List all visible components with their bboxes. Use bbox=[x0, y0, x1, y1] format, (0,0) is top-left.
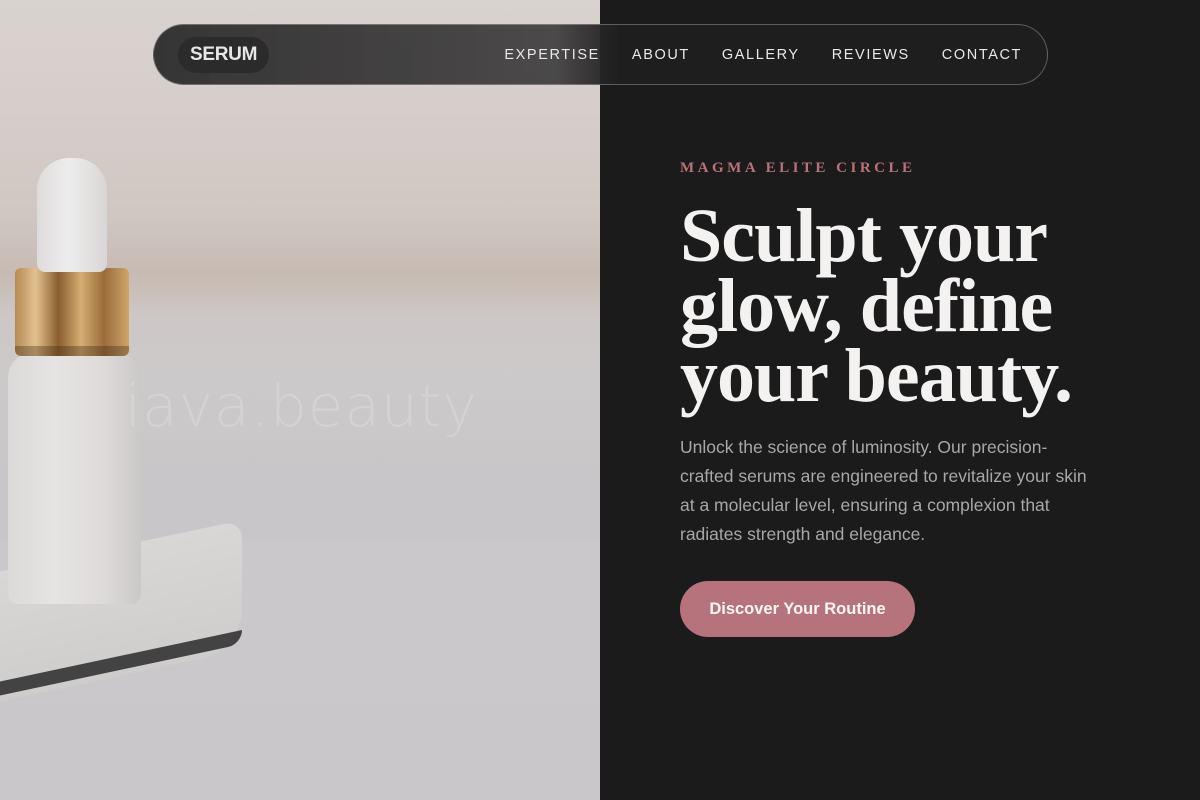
nav-item-contact[interactable]: CONTACT bbox=[942, 47, 1022, 63]
hero-description: Unlock the science of luminosity. Our pr… bbox=[680, 437, 1087, 544]
headline-line: your beauty. bbox=[680, 334, 1073, 418]
headline-line: Sculpt your bbox=[680, 194, 1048, 278]
hero-product-image: iava.beauty bbox=[0, 0, 600, 800]
hero-eyebrow: MAGMA ELITE CIRCLE bbox=[680, 160, 916, 176]
image-watermark: iava.beauty bbox=[125, 372, 478, 440]
hero-section: MAGMA ELITE CIRCLE Sculpt your glow, def… bbox=[680, 160, 1150, 637]
dropper-bulb bbox=[37, 158, 107, 272]
nav-menu: EXPERTISE ABOUT GALLERY REVIEWS CONTACT bbox=[504, 47, 1022, 63]
top-navigation: SERUM EXPERTISE ABOUT GALLERY REVIEWS CO… bbox=[153, 24, 1048, 85]
nav-item-about[interactable]: ABOUT bbox=[632, 47, 690, 63]
serum-bottle bbox=[8, 352, 141, 604]
nav-item-reviews[interactable]: REVIEWS bbox=[832, 47, 910, 63]
nav-item-gallery[interactable]: GALLERY bbox=[722, 47, 800, 63]
headline-line: glow, define bbox=[680, 264, 1053, 348]
hero-headline: Sculpt your glow, define your beauty. bbox=[680, 194, 1150, 418]
brand-logo[interactable]: SERUM bbox=[178, 36, 270, 73]
nav-item-expertise[interactable]: EXPERTISE bbox=[504, 47, 600, 63]
bottle-gold-collar bbox=[15, 268, 129, 356]
discover-routine-button[interactable]: Discover Your Routine bbox=[680, 581, 915, 637]
